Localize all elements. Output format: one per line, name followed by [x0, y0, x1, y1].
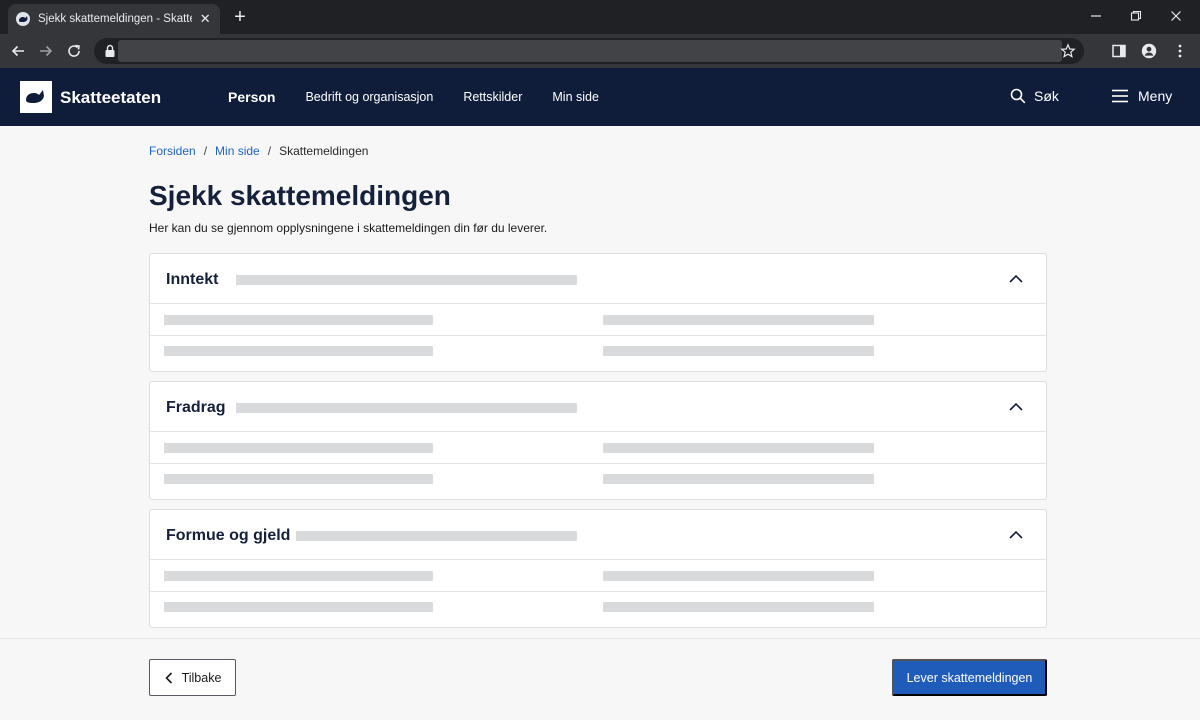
chevron-left-icon: [164, 671, 172, 684]
minimize-icon[interactable]: [1086, 6, 1106, 26]
section-inntekt: Inntekt: [149, 253, 1047, 372]
list-item: [150, 464, 1046, 496]
page-intro: Her kan du se gjennom opplysningene i sk…: [149, 221, 548, 235]
browser-menu-icon[interactable]: [1171, 42, 1189, 60]
search-label: Søk: [1034, 88, 1059, 104]
chevron-up-icon[interactable]: [1008, 272, 1024, 284]
breadcrumb-separator: /: [203, 144, 208, 158]
menu-icon: [1112, 89, 1128, 103]
forward-arrow-icon[interactable]: [37, 42, 55, 60]
tab-close-icon[interactable]: ✕: [198, 11, 212, 27]
list-item: [150, 560, 1046, 592]
redacted-label: [164, 602, 433, 612]
breadcrumb-min-side[interactable]: Min side: [215, 144, 260, 158]
back-button[interactable]: Tilbake: [149, 659, 236, 696]
side-panel-icon[interactable]: [1110, 42, 1128, 60]
redacted-label: [164, 474, 433, 484]
redacted-summary: [296, 531, 577, 541]
footer-divider: [0, 638, 1200, 639]
brand-name[interactable]: Skatteetaten: [60, 88, 161, 108]
section-header[interactable]: Fradrag: [150, 382, 1046, 432]
profile-icon[interactable]: [1140, 42, 1158, 60]
address-bar[interactable]: [94, 38, 1084, 64]
redacted-summary: [236, 275, 577, 285]
back-arrow-icon[interactable]: [9, 42, 27, 60]
nav-person[interactable]: Person: [228, 68, 275, 126]
chevron-up-icon[interactable]: [1008, 400, 1024, 412]
close-window-icon[interactable]: [1166, 6, 1186, 26]
site-header: Skatteetaten Person Bedrift og organisas…: [0, 68, 1200, 126]
redacted-label: [164, 571, 433, 581]
redacted-value: [603, 443, 874, 453]
section-title: Fradrag: [166, 399, 226, 416]
redacted-value: [603, 346, 874, 356]
search-icon: [1010, 88, 1026, 104]
section-formue-og-gjeld: Formue og gjeld: [149, 509, 1047, 628]
section-header[interactable]: Inntekt: [150, 254, 1046, 304]
list-item: [150, 336, 1046, 368]
skatteetaten-logo[interactable]: [20, 81, 52, 113]
back-label: Tilbake: [181, 670, 222, 685]
search-button[interactable]: Søk: [1010, 88, 1059, 104]
main-navigation: Person Bedrift og organisasjon Rettskild…: [228, 68, 629, 126]
browser-tab-bar: Sjekk skattemeldingen - Skatteetaten ✕ +: [0, 0, 1200, 34]
tab-title: Sjekk skattemeldingen - Skatteetaten: [38, 13, 192, 25]
redacted-value: [603, 474, 874, 484]
nav-bedrift-og-organisasjon[interactable]: Bedrift og organisasjon: [305, 68, 433, 126]
nav-min-side[interactable]: Min side: [552, 68, 599, 126]
section-fradrag: Fradrag: [149, 381, 1047, 500]
submit-tax-return-button[interactable]: Lever skattemeldingen: [892, 659, 1047, 696]
new-tab-button[interactable]: +: [230, 7, 250, 27]
bookmark-star-icon[interactable]: [1060, 43, 1076, 59]
redacted-label: [164, 346, 433, 356]
list-item: [150, 592, 1046, 624]
lock-icon: [105, 44, 115, 57]
redacted-label: [164, 443, 433, 453]
breadcrumb: Forsiden / Min side / Skattemeldingen: [149, 144, 368, 158]
section-header[interactable]: Formue og gjeld: [150, 510, 1046, 560]
menu-label: Meny: [1138, 88, 1173, 104]
section-title: Inntekt: [166, 271, 219, 288]
browser-tab[interactable]: Sjekk skattemeldingen - Skatteetaten ✕: [8, 4, 220, 34]
redacted-value: [603, 571, 874, 581]
browser-toolbar: [0, 34, 1200, 68]
page-title: Sjekk skattemeldingen: [149, 180, 451, 211]
nav-rettskilder[interactable]: Rettskilder: [463, 68, 522, 126]
redacted-value: [603, 602, 874, 612]
redacted-label: [164, 315, 433, 325]
breadcrumb-current: Skattemeldingen: [279, 144, 369, 158]
redacted-summary: [236, 403, 577, 413]
url-redacted: [118, 40, 1062, 62]
menu-button[interactable]: Meny: [1112, 88, 1172, 104]
redacted-value: [603, 315, 874, 325]
list-item: [150, 304, 1046, 336]
chevron-up-icon[interactable]: [1008, 528, 1024, 540]
restore-icon[interactable]: [1126, 6, 1146, 26]
list-item: [150, 432, 1046, 464]
breadcrumb-forsiden[interactable]: Forsiden: [149, 144, 196, 158]
site-favicon-icon: [16, 12, 30, 26]
reload-icon[interactable]: [65, 42, 83, 60]
section-title: Formue og gjeld: [166, 527, 291, 544]
breadcrumb-separator: /: [267, 144, 272, 158]
